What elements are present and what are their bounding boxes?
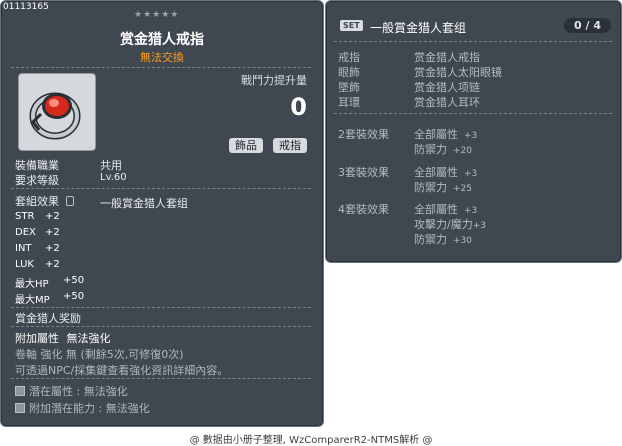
effect-value: +3: [464, 131, 478, 141]
divider: [11, 67, 311, 68]
level-label: 要求等級: [15, 174, 59, 187]
additional-attr-label: 附加屬性: [15, 332, 59, 345]
trade-status: 無法交換: [140, 51, 184, 64]
lock-icon: [65, 196, 74, 206]
set-part-name: 赏金猎人太阳眼镜: [414, 66, 502, 79]
stat-name: INT: [15, 243, 32, 254]
level-value: Lv.60: [100, 172, 127, 183]
effect-name: 攻擊力/魔力: [414, 218, 473, 231]
set-reward: 賞金猎人奖励: [15, 312, 81, 325]
ring-icon: [29, 92, 81, 140]
divider: [334, 41, 612, 42]
scroll-upgrade-info: 卷軸 強化 無 (剩餘5次,可修復0次): [15, 348, 184, 361]
effect-name: 全部屬性: [414, 128, 458, 141]
set-badge: SET: [340, 20, 363, 31]
effect-value: +3: [464, 169, 478, 179]
set-effect-line: 全部屬性 +3: [414, 126, 477, 142]
stat-name: 最大HP: [15, 279, 49, 290]
tag-ring: 戒指: [273, 138, 307, 153]
set-effect-line: 全部屬性 +3: [414, 164, 477, 180]
stat-row: LUK +2: [15, 259, 60, 270]
combat-power-label: 戰鬥力提升量: [241, 74, 307, 87]
set-part-slot: 耳環: [338, 96, 360, 109]
stat-row: 最大MP +50: [15, 291, 84, 306]
divider: [334, 113, 612, 114]
stat-name: 最大MP: [15, 295, 50, 306]
effect-value: +3: [464, 206, 478, 216]
set-count: 0 / 4: [564, 18, 611, 33]
potential-row: 潛在屬性 : 無法強化: [15, 383, 128, 399]
set-part-name: 赏金猎人戒指: [414, 51, 480, 64]
effect-value: +20: [453, 146, 472, 156]
set-part-name: 赏金猎人项链: [414, 81, 480, 94]
stat-row: DEX +2: [15, 227, 60, 238]
stat-row: INT +2: [15, 243, 60, 254]
set-part-slot: 戒指: [338, 51, 360, 64]
set-part-name: 赏金猎人耳环: [414, 96, 480, 109]
star-force-stars: ★★★★★: [134, 10, 180, 20]
additional-potential-row: 附加潛在能力 : 無法強化: [15, 400, 150, 416]
stat-value: +50: [63, 275, 85, 286]
set-effect-line: 防禦力 +20: [414, 141, 472, 157]
stat-value: +2: [45, 243, 60, 254]
set-effect-value: 一般賞金猎人套组: [100, 197, 188, 210]
set-part-slot: 眼飾: [338, 66, 360, 79]
potential-icon: [15, 386, 25, 396]
stat-value: +2: [45, 211, 60, 222]
stat-value: +2: [45, 227, 60, 238]
effect-value: +3: [472, 221, 486, 231]
set-effect-line: 全部屬性 +3: [414, 201, 477, 217]
effect-name: 防禦力: [414, 143, 447, 156]
set-title: 一般賞金猎人套组: [370, 21, 467, 35]
effect-value: +30: [453, 236, 472, 246]
effect-value: +25: [453, 184, 472, 194]
stat-row: 最大HP +50: [15, 275, 84, 290]
effect-name: 全部屬性: [414, 203, 458, 216]
stat-value: +2: [45, 259, 60, 270]
tag-accessory: 飾品: [229, 138, 263, 153]
set-effect-tier-3: 3套裝效果: [338, 166, 389, 179]
divider: [11, 307, 311, 308]
divider: [11, 378, 311, 379]
additional-potential-text: 附加潛在能力 : 無法強化: [29, 402, 150, 415]
set-effect-line: 攻擊力/魔力+3: [414, 216, 486, 232]
set-effect-tier-4: 4套裝效果: [338, 203, 389, 216]
stat-row: STR +2: [15, 211, 60, 222]
stat-name: LUK: [15, 259, 34, 270]
set-part-slot: 墜飾: [338, 81, 360, 94]
divider: [11, 188, 311, 189]
additional-potential-icon: [15, 403, 25, 413]
set-effect-tier-2: 2套裝效果: [338, 128, 389, 141]
effect-name: 防禦力: [414, 233, 447, 246]
combat-power-value: 0: [290, 93, 307, 121]
item-id: 01113165: [3, 2, 49, 12]
set-effect-label: 套組效果: [15, 193, 74, 209]
stat-value: +50: [63, 291, 85, 302]
item-tooltip: 01113165 ★★★★★ 赏金猎人戒指 無法交換 戰鬥力提升量 0 飾品 戒…: [0, 0, 324, 427]
stat-name: DEX: [15, 227, 36, 238]
item-icon-frame: [18, 73, 96, 151]
set-effect-line: 防禦力 +25: [414, 179, 472, 195]
effect-name: 全部屬性: [414, 166, 458, 179]
item-name: 赏金猎人戒指: [120, 32, 204, 48]
divider: [11, 326, 311, 327]
set-effect-line: 防禦力 +30: [414, 231, 472, 247]
credits-footer: @ 數据由小册子整理, WzComparerR2-NTMS解析 @: [189, 435, 433, 446]
job-value: 共用: [100, 159, 122, 172]
job-label: 裝備職業: [15, 159, 59, 172]
set-effect-label-text: 套組效果: [15, 195, 59, 208]
set-tooltip: SET 一般賞金猎人套组 0 / 4 戒指 赏金猎人戒指 眼飾 赏金猎人太阳眼镜…: [325, 0, 622, 263]
additional-attr: 附加屬性 無法強化: [15, 330, 111, 346]
potential-text: 潛在屬性 : 無法強化: [29, 385, 128, 398]
stat-name: STR: [15, 211, 35, 222]
effect-name: 防禦力: [414, 181, 447, 194]
additional-attr-value: 無法強化: [66, 332, 111, 345]
npc-info-hint: 可透過NPC/採集鍵查看強化資訊詳細內容。: [15, 364, 229, 377]
